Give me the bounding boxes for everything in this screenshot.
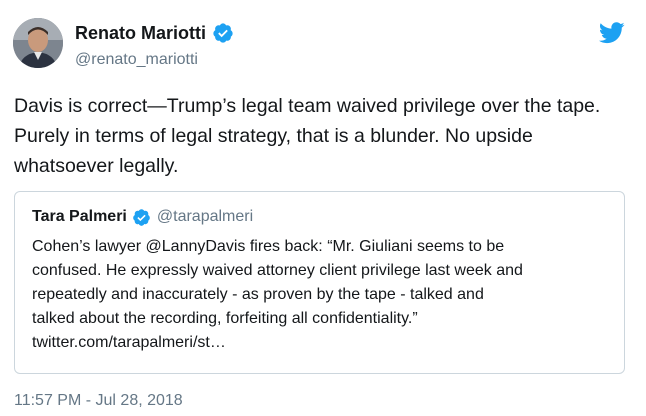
tweet-card: Renato Mariotti @renato_mariotti Davis i… xyxy=(0,0,646,416)
quoted-tweet-card[interactable]: Tara Palmeri @tarapalmeri Cohen’s lawyer… xyxy=(14,191,625,374)
quoted-text-line: repeatedly and inaccurately - as proven … xyxy=(32,286,484,303)
quoted-tweet-text: Cohen’s lawyer @LannyDavis fires back: “… xyxy=(32,235,612,355)
author-handle[interactable]: @renato_mariotti xyxy=(75,50,198,70)
author-name[interactable]: Renato Mariotti xyxy=(75,22,206,44)
quoted-tweet-header: Tara Palmeri @tarapalmeri xyxy=(32,207,253,227)
quoted-text-line: talked about the recording, forfeiting a… xyxy=(32,310,418,327)
author-name-row[interactable]: Renato Mariotti xyxy=(75,22,234,44)
quoted-text-line: Cohen’s lawyer @LannyDavis fires back: “… xyxy=(32,238,505,255)
quoted-tweet-link[interactable]: twitter.com/tarapalmeri/st… xyxy=(32,331,612,355)
avatar-photo-icon xyxy=(13,18,63,68)
author-avatar[interactable] xyxy=(13,18,63,68)
quoted-text-line: confused. He expressly waived attorney c… xyxy=(32,262,523,279)
quoted-author-name[interactable]: Tara Palmeri xyxy=(32,207,127,227)
verified-badge-icon xyxy=(133,208,150,226)
verified-badge-icon xyxy=(213,23,233,43)
tweet-body-text: Davis is correct—Trump’s legal team waiv… xyxy=(14,95,601,177)
tweet-timestamp[interactable]: 11:57 PM - Jul 28, 2018 xyxy=(14,391,183,411)
quoted-author-handle[interactable]: @tarapalmeri xyxy=(157,207,253,227)
twitter-bird-icon[interactable] xyxy=(599,22,625,44)
